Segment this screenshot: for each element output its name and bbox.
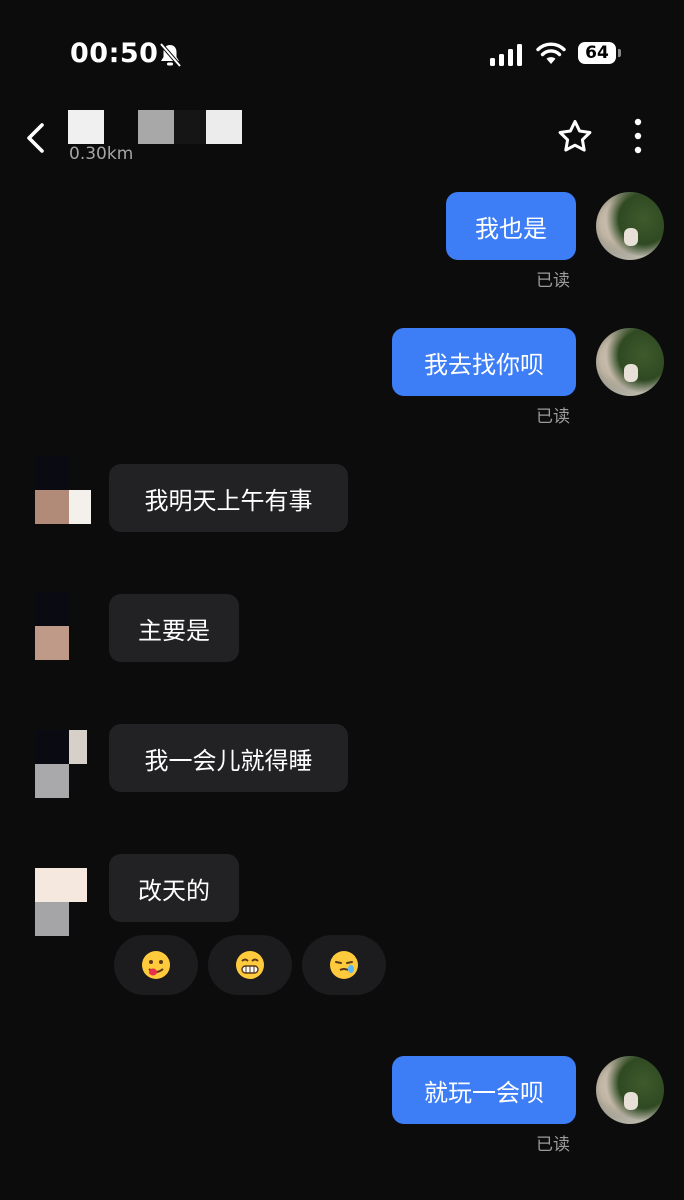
message-bubble-incoming[interactable]: 主要是 (109, 594, 239, 662)
grin-emoji-icon (236, 951, 264, 979)
redaction-block (206, 110, 242, 144)
battery-level: 64 (578, 42, 616, 64)
reaction-chip[interactable] (302, 935, 386, 995)
peer-avatar[interactable] (35, 868, 91, 936)
message-bubble-incoming[interactable]: 我明天上午有事 (109, 464, 348, 532)
peer-distance: 0.30km (69, 144, 134, 164)
my-avatar[interactable] (596, 192, 664, 260)
read-receipt: 已读 (536, 271, 570, 291)
message-bubble-incoming[interactable]: 改天的 (109, 854, 239, 922)
message-bubble-outgoing[interactable]: 就玩一会呗 (392, 1056, 576, 1124)
message-bubble-outgoing[interactable]: 我去找你呗 (392, 328, 576, 396)
message-bubble-outgoing[interactable]: 我也是 (446, 192, 576, 260)
read-receipt: 已读 (536, 407, 570, 427)
reaction-chip[interactable] (208, 935, 292, 995)
message-bubble-incoming[interactable]: 我一会儿就得睡 (109, 724, 348, 792)
silent-bell-icon (159, 42, 182, 68)
my-avatar[interactable] (596, 1056, 664, 1124)
back-arrow-icon[interactable] (24, 122, 48, 154)
peer-avatar[interactable] (35, 456, 91, 524)
peer-name-redacted[interactable] (68, 110, 242, 144)
redaction-block (138, 110, 174, 144)
battery-cap (618, 49, 621, 57)
redaction-block (174, 110, 206, 144)
battery-indicator: 64 (578, 42, 622, 66)
status-time: 00:50 (70, 38, 159, 69)
more-options-icon[interactable] (628, 118, 648, 154)
read-receipt: 已读 (536, 1135, 570, 1155)
wifi-icon (536, 42, 566, 64)
yum-emoji-icon (142, 951, 170, 979)
sleepy-emoji-icon (330, 951, 358, 979)
star-icon[interactable] (556, 118, 594, 156)
reaction-chip[interactable] (114, 935, 198, 995)
peer-avatar[interactable] (35, 730, 91, 798)
my-avatar[interactable] (596, 328, 664, 396)
redaction-block (68, 110, 104, 144)
cellular-signal-icon (490, 44, 522, 66)
peer-avatar[interactable] (35, 592, 91, 660)
